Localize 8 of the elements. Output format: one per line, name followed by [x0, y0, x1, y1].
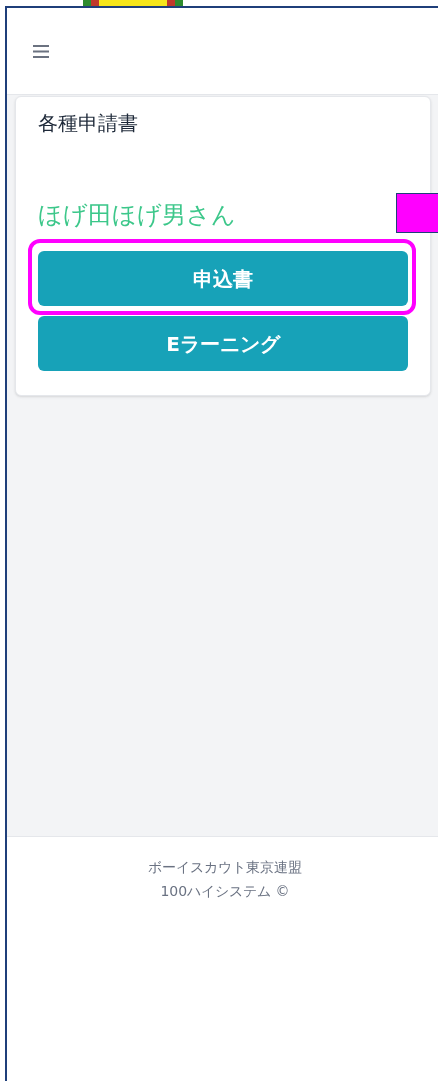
- menu-icon[interactable]: [33, 44, 49, 58]
- card-title: 各種申請書: [38, 110, 138, 137]
- footer-text: ボーイスカウト東京連盟: [148, 858, 302, 877]
- menu-button[interactable]: Eラーニング: [38, 316, 408, 371]
- user-name: ほげ田ほげ男さん: [38, 200, 236, 231]
- marker-square: [396, 193, 438, 233]
- footer-text: 100ハイシステム ©: [160, 882, 290, 901]
- menu-button[interactable]: 申込書: [38, 251, 408, 306]
